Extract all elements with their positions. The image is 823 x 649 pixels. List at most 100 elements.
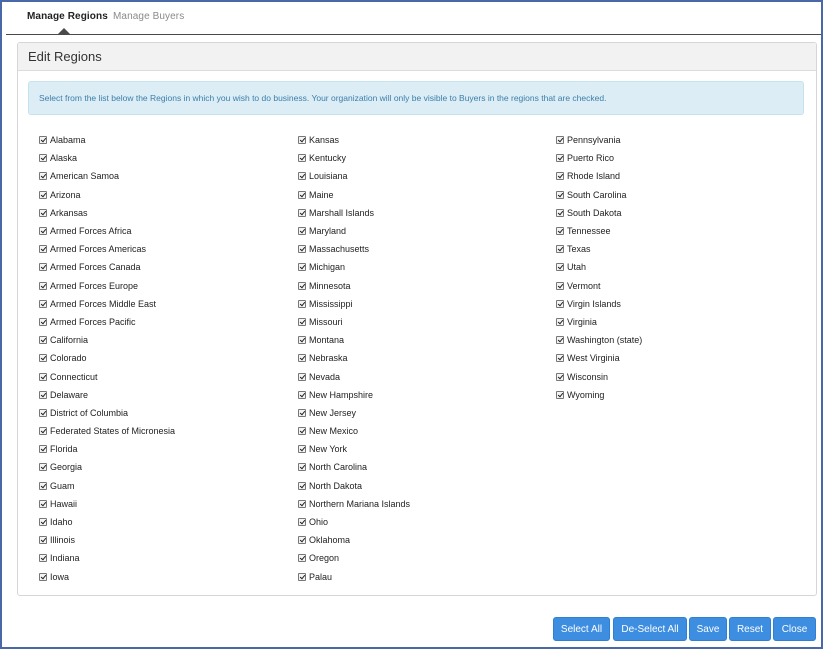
checkbox-checked-icon[interactable]	[556, 208, 564, 217]
checkbox-checked-icon[interactable]	[39, 390, 47, 399]
checkbox-checked-icon[interactable]	[298, 372, 306, 381]
checkbox-checked-icon[interactable]	[298, 336, 306, 345]
region-checkbox-item[interactable]: Kansas	[298, 131, 410, 149]
region-checkbox-item[interactable]: North Dakota	[298, 477, 410, 495]
region-checkbox-item[interactable]: Minnesota	[298, 277, 410, 295]
region-checkbox-item[interactable]: Tennessee	[556, 222, 642, 240]
checkbox-checked-icon[interactable]	[556, 354, 564, 363]
region-checkbox-item[interactable]: Arkansas	[39, 204, 175, 222]
checkbox-checked-icon[interactable]	[39, 263, 47, 272]
region-checkbox-item[interactable]: Armed Forces Middle East	[39, 295, 175, 313]
region-checkbox-item[interactable]: Nevada	[298, 367, 410, 385]
region-checkbox-item[interactable]: Armed Forces Canada	[39, 258, 175, 276]
checkbox-checked-icon[interactable]	[39, 336, 47, 345]
region-checkbox-item[interactable]: Washington (state)	[556, 331, 642, 349]
region-checkbox-item[interactable]: Connecticut	[39, 367, 175, 385]
region-checkbox-item[interactable]: Mississippi	[298, 295, 410, 313]
checkbox-checked-icon[interactable]	[298, 227, 306, 236]
checkbox-checked-icon[interactable]	[39, 463, 47, 472]
region-checkbox-item[interactable]: South Carolina	[556, 186, 642, 204]
region-checkbox-item[interactable]: Massachusetts	[298, 240, 410, 258]
deselect-all-button[interactable]: De-Select All	[613, 617, 687, 641]
checkbox-checked-icon[interactable]	[39, 427, 47, 436]
region-checkbox-item[interactable]: Virginia	[556, 313, 642, 331]
checkbox-checked-icon[interactable]	[298, 245, 306, 254]
tab-manage-regions[interactable]: Manage Regions	[27, 11, 108, 22]
checkbox-checked-icon[interactable]	[556, 136, 564, 145]
region-checkbox-item[interactable]: Iowa	[39, 568, 175, 586]
region-checkbox-item[interactable]: Palau	[298, 568, 410, 586]
checkbox-checked-icon[interactable]	[39, 499, 47, 508]
checkbox-checked-icon[interactable]	[39, 317, 47, 326]
region-checkbox-item[interactable]: District of Columbia	[39, 404, 175, 422]
checkbox-checked-icon[interactable]	[39, 554, 47, 563]
region-checkbox-item[interactable]: New Hampshire	[298, 386, 410, 404]
checkbox-checked-icon[interactable]	[556, 336, 564, 345]
checkbox-checked-icon[interactable]	[39, 281, 47, 290]
region-checkbox-item[interactable]: Armed Forces Pacific	[39, 313, 175, 331]
region-checkbox-item[interactable]: Oregon	[298, 549, 410, 567]
close-button[interactable]: Close	[773, 617, 816, 641]
region-checkbox-item[interactable]: New Jersey	[298, 404, 410, 422]
checkbox-checked-icon[interactable]	[298, 408, 306, 417]
checkbox-checked-icon[interactable]	[298, 190, 306, 199]
checkbox-checked-icon[interactable]	[298, 136, 306, 145]
checkbox-checked-icon[interactable]	[39, 481, 47, 490]
checkbox-checked-icon[interactable]	[39, 518, 47, 527]
checkbox-checked-icon[interactable]	[556, 299, 564, 308]
region-checkbox-item[interactable]: Florida	[39, 440, 175, 458]
checkbox-checked-icon[interactable]	[298, 172, 306, 181]
checkbox-checked-icon[interactable]	[556, 281, 564, 290]
tab-manage-buyers[interactable]: Manage Buyers	[113, 11, 184, 22]
checkbox-checked-icon[interactable]	[39, 245, 47, 254]
region-checkbox-item[interactable]: New Mexico	[298, 422, 410, 440]
region-checkbox-item[interactable]: Texas	[556, 240, 642, 258]
checkbox-checked-icon[interactable]	[39, 445, 47, 454]
region-checkbox-item[interactable]: Alabama	[39, 131, 175, 149]
region-checkbox-item[interactable]: Oklahoma	[298, 531, 410, 549]
checkbox-checked-icon[interactable]	[298, 208, 306, 217]
checkbox-checked-icon[interactable]	[298, 263, 306, 272]
region-checkbox-item[interactable]: Maryland	[298, 222, 410, 240]
checkbox-checked-icon[interactable]	[298, 390, 306, 399]
region-checkbox-item[interactable]: Hawaii	[39, 495, 175, 513]
checkbox-checked-icon[interactable]	[39, 136, 47, 145]
checkbox-checked-icon[interactable]	[556, 372, 564, 381]
region-checkbox-item[interactable]: South Dakota	[556, 204, 642, 222]
checkbox-checked-icon[interactable]	[39, 408, 47, 417]
checkbox-checked-icon[interactable]	[39, 372, 47, 381]
checkbox-checked-icon[interactable]	[298, 299, 306, 308]
checkbox-checked-icon[interactable]	[39, 536, 47, 545]
checkbox-checked-icon[interactable]	[556, 227, 564, 236]
region-checkbox-item[interactable]: Armed Forces Europe	[39, 277, 175, 295]
checkbox-checked-icon[interactable]	[556, 154, 564, 163]
region-checkbox-item[interactable]: Louisiana	[298, 167, 410, 185]
checkbox-checked-icon[interactable]	[39, 190, 47, 199]
checkbox-checked-icon[interactable]	[298, 499, 306, 508]
region-checkbox-item[interactable]: Kentucky	[298, 149, 410, 167]
checkbox-checked-icon[interactable]	[298, 445, 306, 454]
region-checkbox-item[interactable]: Armed Forces Africa	[39, 222, 175, 240]
save-button[interactable]: Save	[689, 617, 727, 641]
region-checkbox-item[interactable]: Northern Mariana Islands	[298, 495, 410, 513]
checkbox-checked-icon[interactable]	[298, 354, 306, 363]
region-checkbox-item[interactable]: Georgia	[39, 458, 175, 476]
checkbox-checked-icon[interactable]	[556, 390, 564, 399]
region-checkbox-item[interactable]: Armed Forces Americas	[39, 240, 175, 258]
checkbox-checked-icon[interactable]	[298, 554, 306, 563]
region-checkbox-item[interactable]: New York	[298, 440, 410, 458]
checkbox-checked-icon[interactable]	[298, 317, 306, 326]
checkbox-checked-icon[interactable]	[39, 154, 47, 163]
region-checkbox-item[interactable]: Idaho	[39, 513, 175, 531]
checkbox-checked-icon[interactable]	[39, 299, 47, 308]
region-checkbox-item[interactable]: Utah	[556, 258, 642, 276]
checkbox-checked-icon[interactable]	[39, 227, 47, 236]
checkbox-checked-icon[interactable]	[298, 427, 306, 436]
region-checkbox-item[interactable]: Vermont	[556, 277, 642, 295]
checkbox-checked-icon[interactable]	[298, 518, 306, 527]
checkbox-checked-icon[interactable]	[298, 572, 306, 581]
region-checkbox-item[interactable]: Indiana	[39, 549, 175, 567]
region-checkbox-item[interactable]: Arizona	[39, 186, 175, 204]
region-checkbox-item[interactable]: Ohio	[298, 513, 410, 531]
region-checkbox-item[interactable]: Missouri	[298, 313, 410, 331]
